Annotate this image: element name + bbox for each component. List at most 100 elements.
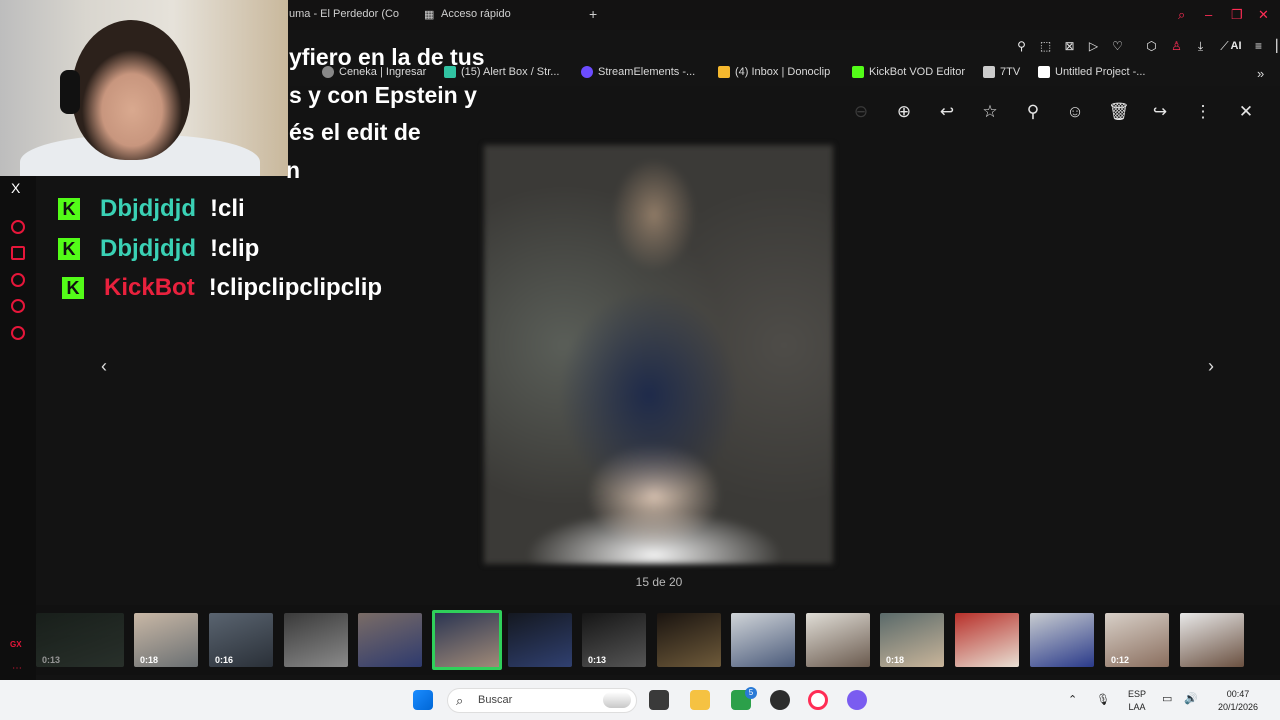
pin-icon[interactable]: ⚲ [1015,40,1028,53]
play-icon[interactable]: ▷ [1087,40,1100,53]
webcam-person-head [72,20,190,160]
new-tab-button[interactable]: + [589,6,597,22]
forward-icon[interactable]: ↪ [1150,102,1170,122]
bookmark-label: StreamElements -... [598,66,696,78]
zoom-in-icon[interactable]: ⊕ [894,102,914,122]
side-panel-icon[interactable]: ▕ [1268,40,1277,53]
chat-username: KickBot [104,274,195,301]
video-duration: 0:18 [886,655,905,665]
video-duration: 0:12 [1111,655,1130,665]
search-icon[interactable]: ⌕ [1178,7,1185,23]
reply-icon[interactable]: ↩ [937,102,957,122]
opera-gx-icon[interactable] [808,690,828,710]
file-explorer-icon[interactable] [690,690,710,710]
thumbnail-item[interactable] [432,610,502,670]
next-arrow-icon[interactable]: › [1201,356,1221,376]
thumbnail-item[interactable] [358,613,422,667]
language-top[interactable]: ESP [1124,689,1150,699]
search-icon: ⌕ [456,693,464,708]
bookmark-favicon [983,66,995,78]
quick-access-grid-icon[interactable]: ▦ [424,8,434,21]
download-icon[interactable]: ⤓ [1194,40,1207,53]
close-viewer-button[interactable]: ✕ [1236,102,1256,122]
obs-icon[interactable] [770,690,790,710]
microphone-icon[interactable]: 🎙 [1096,693,1110,706]
history-icon[interactable] [11,273,25,287]
bookmark-label: Untitled Project -... [1055,66,1146,78]
thumbnail-item[interactable] [955,613,1019,667]
extensions-icon[interactable]: ⬡ [1145,40,1158,53]
browser-tab[interactable]: uma - El Perdedor (Co [289,8,399,20]
thumbnail-item[interactable]: 0:13 [36,613,124,667]
clock-date[interactable]: 20/1/2026 [1210,702,1266,712]
chat-app-icon[interactable] [847,690,867,710]
thumbnail-item[interactable]: 0:12 [1105,613,1169,667]
previous-arrow-icon[interactable]: ‹ [94,356,114,376]
thumbnail-item[interactable] [657,613,721,667]
bookmarks-overflow-icon[interactable]: » [1257,66,1264,81]
windows-taskbar [0,680,1280,720]
status-icon[interactable] [11,220,25,234]
chat-text: !clip [209,235,260,262]
screenshot-icon[interactable]: ⬚ [1039,40,1052,53]
sidebar-more-icon[interactable]: ⋯ [12,663,22,674]
maximize-button[interactable]: ❐ [1231,7,1243,23]
pin-sidebar-icon[interactable] [11,246,25,260]
block-icon[interactable]: ⊠ [1063,40,1076,53]
thumbnail-item[interactable] [806,613,870,667]
windows-start-icon[interactable] [413,690,433,710]
notification-badge: 5 [745,687,757,699]
more-options-icon[interactable]: ⋮ [1193,102,1213,122]
tray-chevron-icon[interactable]: ⌃ [1068,693,1077,706]
cube-icon[interactable] [11,299,25,313]
clock-time[interactable]: 00:47 [1210,689,1266,699]
taskbar-search-placeholder: Buscar [478,694,513,706]
language-bottom[interactable]: LAA [1124,702,1150,712]
task-view-icon[interactable] [649,690,669,710]
bookmark-donoclip[interactable]: (4) Inbox | Donoclip [718,66,830,78]
thumbnail-item[interactable] [1180,613,1244,667]
chat-text: !clipclipclipclip [208,274,383,301]
video-duration: 0:13 [588,655,607,665]
thumbnail-item[interactable]: 0:18 [134,613,198,667]
bookmark-streamelements[interactable]: StreamElements -... [581,66,695,78]
pin-message-icon[interactable]: ⚲ [1023,102,1043,122]
volume-icon[interactable]: 🔊 [1184,692,1198,705]
heart-icon[interactable]: ♡ [1111,40,1124,53]
star-icon[interactable]: ☆ [980,102,1000,122]
bookmark-favicon [1038,66,1050,78]
emoji-icon[interactable]: ☺ [1065,102,1085,122]
overlay-text-line: és el edit de [289,119,421,145]
thumbnail-item[interactable] [284,613,348,667]
quick-access-tab[interactable]: Acceso rápido [441,8,511,20]
gx-logo-icon: GX [10,640,22,649]
minimize-button[interactable]: – [1205,7,1212,22]
chat-text: !cli [209,195,245,222]
ai-label[interactable]: AI [1229,40,1243,53]
menu-icon[interactable]: ≡ [1252,40,1265,53]
chat-username: Dbjdjdjd [100,235,196,262]
bookmark-untitled-project[interactable]: Untitled Project -... [1038,66,1145,78]
chat-message: K KickBot !clipclipclipclip [62,273,382,303]
bookmark-favicon [852,66,864,78]
thumbnail-item[interactable] [731,613,795,667]
network-icon[interactable]: ▭ [1162,692,1172,705]
overlay-text-line: n [286,157,301,183]
video-duration: 0:13 [42,655,61,665]
overlay-text-line: yfiero en la de tus [289,44,485,70]
profile-icon[interactable]: ♙ [1170,40,1183,53]
bookmark-7tv[interactable]: 7TV [983,66,1020,78]
thumbnail-item[interactable]: 0:13 [582,613,646,667]
thumbnail-item[interactable] [1030,613,1094,667]
thumbnail-item[interactable] [508,613,572,667]
delete-icon[interactable]: 🗑 [1108,102,1130,122]
video-duration: 0:18 [140,655,159,665]
x-logo-icon[interactable]: X [11,180,20,196]
settings-icon[interactable] [11,326,25,340]
bookmark-kickbot[interactable]: KickBot VOD Editor [852,66,965,78]
close-window-button[interactable]: ✕ [1258,7,1269,23]
bookmark-favicon [581,66,593,78]
thumbnail-item[interactable]: 0:16 [209,613,273,667]
chat-message: K Dbjdjdjd !clip [58,234,259,264]
thumbnail-item[interactable]: 0:18 [880,613,944,667]
